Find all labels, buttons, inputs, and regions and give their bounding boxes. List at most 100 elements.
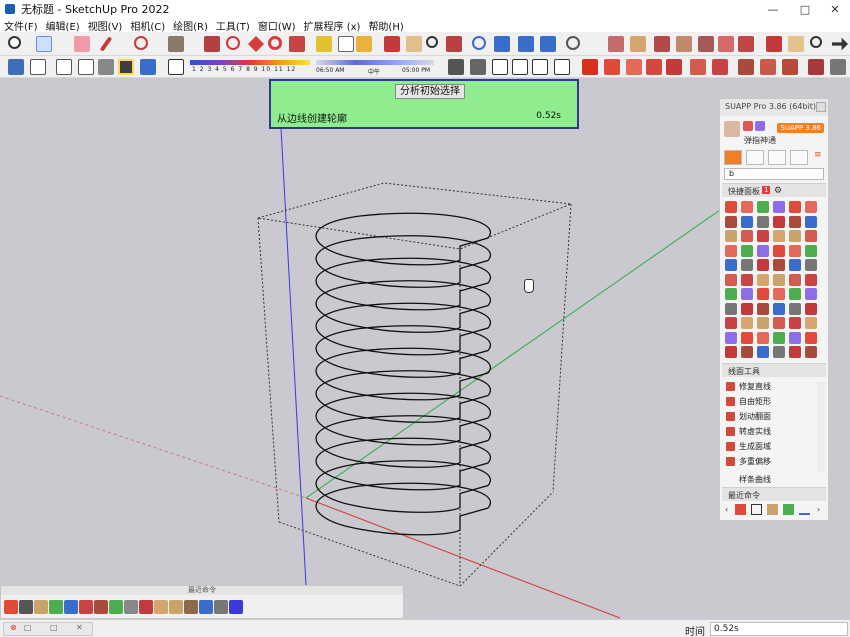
recent-command-icon[interactable] bbox=[154, 600, 168, 614]
recent-1-icon[interactable] bbox=[735, 504, 746, 515]
next-arrow-icon[interactable]: › bbox=[817, 505, 820, 514]
tool-repair-line[interactable]: 修复直线 bbox=[724, 379, 816, 394]
recent-command-icon[interactable] bbox=[124, 600, 138, 614]
quick-tool-icon[interactable] bbox=[725, 215, 737, 228]
extension-manager-icon[interactable] bbox=[540, 36, 556, 52]
measurement-box[interactable]: 0.52s bbox=[710, 622, 848, 636]
display-section-icon[interactable] bbox=[676, 36, 692, 52]
quick-tool-icon[interactable] bbox=[725, 331, 737, 344]
iso-view-icon[interactable] bbox=[448, 59, 464, 75]
quick-tool-icon[interactable] bbox=[757, 331, 769, 344]
minimize-button[interactable]: — bbox=[758, 0, 788, 18]
recent-4-icon[interactable] bbox=[783, 504, 794, 515]
suapp-logo-icon[interactable] bbox=[582, 59, 598, 75]
recent-command-icon[interactable] bbox=[229, 600, 243, 614]
search-tab-icon[interactable] bbox=[790, 150, 808, 165]
recent-command-icon[interactable] bbox=[139, 600, 153, 614]
quick-tool-icon[interactable] bbox=[725, 273, 737, 286]
text-icon[interactable] bbox=[338, 36, 354, 52]
tape-measure-icon[interactable] bbox=[316, 36, 332, 52]
quick-tool-icon[interactable] bbox=[741, 302, 753, 315]
zoom-extents-icon[interactable] bbox=[8, 36, 21, 49]
menu-edit[interactable]: 编辑(E) bbox=[46, 18, 80, 33]
paint-bucket-icon[interactable] bbox=[356, 36, 372, 52]
avatar[interactable] bbox=[724, 121, 740, 137]
search-input[interactable]: b bbox=[724, 168, 824, 180]
recent-command-icon[interactable] bbox=[49, 600, 63, 614]
top-view-icon[interactable] bbox=[470, 59, 486, 75]
orbit-icon[interactable] bbox=[384, 36, 400, 52]
menu-tools[interactable]: 工具(T) bbox=[216, 18, 250, 33]
quick-tool-icon[interactable] bbox=[773, 288, 785, 300]
tool-spline[interactable]: 样条曲线 bbox=[724, 472, 816, 487]
look-around-icon[interactable] bbox=[788, 36, 804, 52]
recent-header[interactable]: 最近命令 ⌄ bbox=[722, 487, 826, 501]
tool-free-rect[interactable]: 自由矩形 bbox=[724, 394, 816, 409]
section-plane-icon[interactable] bbox=[608, 36, 624, 52]
menu-file[interactable]: 文件(F) bbox=[4, 18, 38, 33]
zoom-window-icon[interactable] bbox=[446, 36, 462, 52]
quick-tool-icon[interactable] bbox=[805, 288, 817, 300]
quick-tool-icon[interactable] bbox=[725, 259, 737, 271]
quick-tool-icon[interactable] bbox=[789, 302, 801, 315]
quick-tool-icon[interactable] bbox=[789, 201, 801, 213]
quick-tool-icon[interactable] bbox=[789, 273, 801, 286]
tool-flip-face[interactable]: 划动翻面 bbox=[724, 409, 816, 424]
quick-tool-icon[interactable] bbox=[741, 288, 753, 300]
quick-tool-icon[interactable] bbox=[741, 273, 753, 286]
su-tool-8-icon[interactable] bbox=[760, 59, 776, 75]
recent-command-icon[interactable] bbox=[19, 600, 33, 614]
quick-tool-icon[interactable] bbox=[789, 346, 801, 358]
quick-tool-icon[interactable] bbox=[773, 244, 785, 257]
quick-tool-icon[interactable] bbox=[789, 288, 801, 300]
su-tool-4-icon[interactable] bbox=[666, 59, 682, 75]
quick-tool-icon[interactable] bbox=[805, 201, 817, 213]
quick-tool-icon[interactable] bbox=[757, 273, 769, 286]
maximize-button[interactable]: □ bbox=[790, 0, 820, 18]
shaded-icon[interactable] bbox=[98, 59, 114, 75]
quick-tool-icon[interactable] bbox=[805, 230, 817, 242]
hidden-line-icon[interactable] bbox=[78, 59, 94, 75]
quick-tool-icon[interactable] bbox=[741, 259, 753, 271]
su-tool-7-icon[interactable] bbox=[738, 59, 754, 75]
mini-minimize-icon[interactable]: □ bbox=[24, 623, 32, 632]
walk-icon[interactable] bbox=[766, 36, 782, 52]
left-view-icon[interactable] bbox=[554, 59, 570, 75]
panel-close-icon[interactable] bbox=[816, 102, 826, 112]
quick-tool-icon[interactable] bbox=[725, 302, 737, 315]
xray-icon[interactable] bbox=[8, 59, 24, 75]
section-fill-icon[interactable] bbox=[654, 36, 670, 52]
mini-restore-icon[interactable]: □ bbox=[50, 623, 58, 632]
recent-command-icon[interactable] bbox=[4, 600, 18, 614]
quick-tool-icon[interactable] bbox=[725, 346, 737, 358]
shadows-toggle-icon[interactable] bbox=[168, 59, 184, 75]
quick-tool-icon[interactable] bbox=[805, 302, 817, 315]
quick-tool-icon[interactable] bbox=[773, 273, 785, 286]
tool-multi-offset[interactable]: 多重偏移 bbox=[724, 454, 816, 469]
quick-tool-icon[interactable] bbox=[741, 346, 753, 358]
move-icon[interactable] bbox=[248, 36, 264, 52]
su-tool-1-icon[interactable] bbox=[604, 59, 620, 75]
section-cut-icon[interactable] bbox=[630, 36, 646, 52]
scale-icon[interactable] bbox=[289, 36, 305, 52]
quick-tool-icon[interactable] bbox=[773, 346, 785, 358]
follow-me-icon[interactable] bbox=[226, 36, 240, 50]
quick-tool-icon[interactable] bbox=[725, 288, 737, 300]
quick-tool-icon[interactable] bbox=[805, 273, 817, 286]
su-tool-3-icon[interactable] bbox=[646, 59, 662, 75]
drape-icon[interactable] bbox=[738, 36, 754, 52]
quick-tool-icon[interactable] bbox=[789, 244, 801, 257]
su-tool-5-icon[interactable] bbox=[690, 59, 706, 75]
quick-tool-icon[interactable] bbox=[805, 244, 817, 257]
layers-tab-icon[interactable] bbox=[746, 150, 764, 165]
quick-tool-icon[interactable] bbox=[757, 317, 769, 329]
menu-draw[interactable]: 绘图(R) bbox=[173, 18, 208, 33]
close-button[interactable]: ✕ bbox=[820, 0, 850, 18]
quick-tool-icon[interactable] bbox=[773, 259, 785, 271]
quick-tool-icon[interactable] bbox=[789, 215, 801, 228]
quick-tool-icon[interactable] bbox=[773, 331, 785, 344]
quick-tool-icon[interactable] bbox=[757, 201, 769, 213]
su-tool-11-icon[interactable] bbox=[830, 59, 846, 75]
su-tool-2-icon[interactable] bbox=[626, 59, 642, 75]
menu-extensions[interactable]: 扩展程序 (x) bbox=[304, 18, 361, 33]
